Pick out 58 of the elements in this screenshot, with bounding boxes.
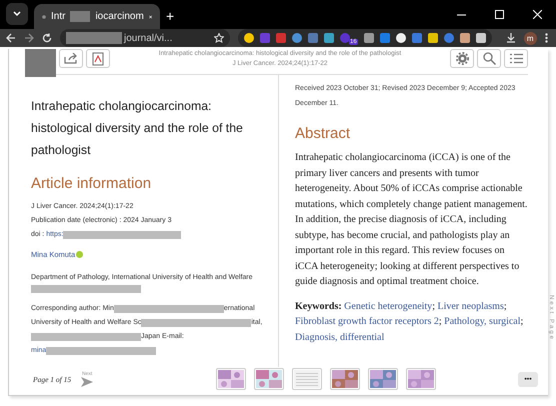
list-icon — [510, 53, 522, 64]
separator: ; — [438, 316, 442, 327]
table-thumbnail-icon — [294, 370, 320, 388]
arrow-icon — [81, 377, 94, 387]
search-icon — [482, 52, 496, 65]
url-text: journal/vi... — [124, 32, 172, 44]
section-heading: Article information — [31, 175, 152, 192]
share-icon — [64, 53, 78, 64]
thumbnail[interactable] — [330, 368, 360, 390]
section-heading: Abstract — [295, 125, 352, 142]
keyword-link[interactable]: Pathology, surgical — [444, 316, 521, 327]
separator: ; — [432, 300, 435, 312]
extension-icon[interactable] — [476, 33, 486, 43]
tab-title: iocarcinom — [95, 11, 144, 22]
pdf-icon — [92, 52, 104, 66]
search-button[interactable] — [477, 49, 501, 68]
redaction-block — [66, 32, 122, 44]
keyword-link[interactable]: Genetic heterogeneity — [344, 300, 432, 312]
star-icon[interactable] — [214, 33, 224, 43]
abstract-text: Intrahepatic cholangiocarcinoma (iCCA) is one of the primary liver cancers and presents with tumor heterogeneity. About 50% of iCCAs comprise actionable mutations, which completely change patient management. In addition, the precise diagnosis of iCCA, including subtype, has become crucial, and pathologists play an important role in this regard. This review focuses on iCCA heterogeneity; looking at different perspectives to guide diagnosis and optimal treatment choice. — [295, 151, 528, 289]
redaction-block — [70, 11, 90, 22]
pdf-button[interactable] — [86, 49, 110, 68]
separator: ; — [520, 316, 524, 327]
thumbnail[interactable] — [406, 368, 436, 390]
thumbnail[interactable] — [254, 368, 284, 390]
browser-tab[interactable]: Intr iocarcinom — [34, 4, 160, 29]
keyword-link[interactable]: Diagnosis, differential — [295, 332, 384, 342]
forward-icon[interactable] — [24, 33, 34, 43]
tab-title: Intr — [51, 11, 66, 22]
close-icon[interactable] — [148, 12, 152, 20]
reload-icon[interactable] — [42, 33, 52, 43]
keywords-label: Keywords: — [295, 300, 343, 312]
article-title: Intrahepatic cholangiocarcinoma: histological diversity and the role of the pathologist — [31, 98, 244, 159]
extension-icon[interactable] — [428, 33, 438, 43]
maximize-icon[interactable] — [494, 10, 504, 19]
thumbnail[interactable] — [216, 368, 246, 390]
extension-icon[interactable] — [460, 33, 470, 43]
share-button[interactable] — [59, 49, 83, 68]
download-icon[interactable] — [506, 33, 516, 43]
profile-avatar[interactable]: m — [524, 32, 537, 44]
tab-list-button[interactable] — [6, 3, 28, 25]
keyword-link[interactable]: Fibroblast growth factor receptors 2 — [295, 316, 439, 327]
chevron-down-icon — [13, 11, 21, 17]
extension-icon[interactable] — [364, 33, 374, 43]
redaction-block — [25, 49, 56, 77]
menu-button[interactable] — [504, 49, 528, 68]
thumbnail[interactable] — [292, 368, 322, 390]
new-tab-button[interactable]: + — [166, 8, 174, 24]
address-bar[interactable]: journal/vi... — [60, 29, 230, 47]
close-icon[interactable] — [532, 10, 542, 19]
extension-icon[interactable] — [396, 33, 406, 43]
thumbnail[interactable] — [368, 368, 398, 390]
settings-button[interactable] — [450, 49, 474, 68]
keyword-link[interactable]: Liver neoplasms — [437, 300, 504, 312]
menu-icon[interactable] — [544, 33, 548, 43]
settings-icon — [456, 52, 468, 65]
back-icon[interactable] — [6, 33, 16, 43]
separator: ; — [504, 300, 507, 312]
